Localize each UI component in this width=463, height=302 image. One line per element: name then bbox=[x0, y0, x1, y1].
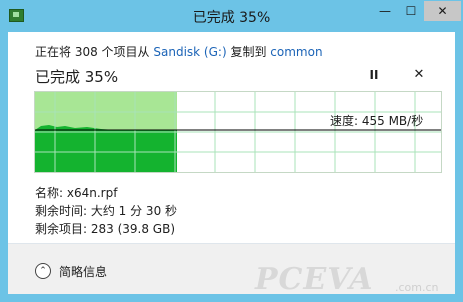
minimize-button[interactable]: — bbox=[372, 1, 398, 21]
title-bar[interactable]: 已完成 35% — ☐ ✕ bbox=[0, 0, 463, 32]
stop-button[interactable]: ✕ bbox=[411, 67, 427, 83]
file-name: 名称: x64n.rpf bbox=[35, 186, 118, 200]
progress-status: 已完成 35% bbox=[35, 68, 119, 86]
chevron-up-icon[interactable]: ⌃ bbox=[35, 263, 51, 279]
footer: ⌃ 简略信息 bbox=[8, 244, 455, 294]
copy-progress-window: 已完成 35% — ☐ ✕ 正在将 308 个项目从 Sandisk (G:) … bbox=[0, 0, 463, 302]
items-remaining: 剩余项目: 283 (39.8 GB) bbox=[35, 222, 176, 236]
close-button[interactable]: ✕ bbox=[424, 1, 461, 21]
speed-graph-svg bbox=[35, 92, 441, 172]
pause-button[interactable]: II bbox=[366, 67, 382, 83]
maximize-button[interactable]: ☐ bbox=[398, 1, 424, 21]
source-link[interactable]: Sandisk (G:) bbox=[153, 45, 226, 59]
copy-middle: 复制到 bbox=[230, 45, 267, 59]
fewer-details-link[interactable]: 简略信息 bbox=[59, 263, 107, 280]
pceva-watermark: PCEVA bbox=[255, 262, 374, 297]
copy-description: 正在将 308 个项目从 Sandisk (G:) 复制到 common bbox=[35, 43, 323, 60]
pceva-domain: .com.cn bbox=[395, 281, 439, 294]
dialog-body: 正在将 308 个项目从 Sandisk (G:) 复制到 common 已完成… bbox=[8, 32, 455, 294]
speed-graph bbox=[34, 91, 442, 173]
speed-label: 速度: 455 MB/秒 bbox=[330, 114, 424, 128]
time-remaining: 剩余时间: 大约 1 分 30 秒 bbox=[35, 204, 178, 218]
destination-link[interactable]: common bbox=[270, 45, 322, 59]
copy-prefix: 正在将 308 个项目从 bbox=[35, 45, 150, 59]
